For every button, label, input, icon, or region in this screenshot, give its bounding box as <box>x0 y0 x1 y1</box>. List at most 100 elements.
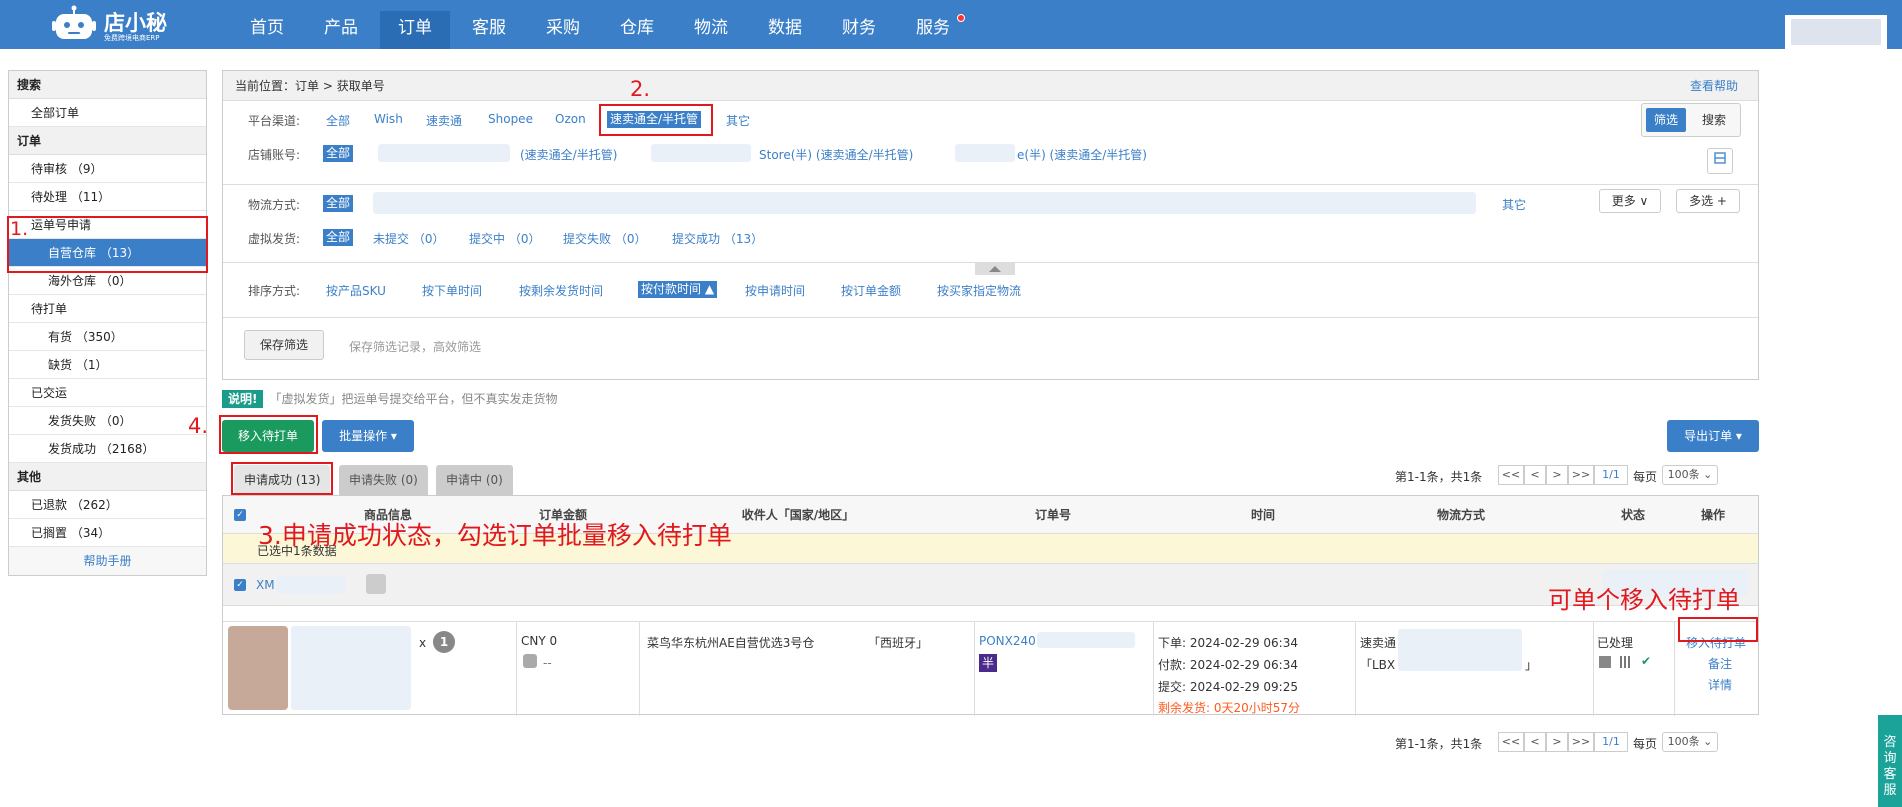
nav-service[interactable]: 客服 <box>454 11 524 49</box>
nav-home[interactable]: 首页 <box>232 11 302 49</box>
divider <box>223 621 1758 622</box>
sidebar-item-on-hold[interactable]: 已搁置 （34） <box>9 519 206 547</box>
order-group-id[interactable]: XM <box>256 578 275 592</box>
shop-3[interactable]: e(半) (速卖通全/半托管) <box>1017 146 1147 163</box>
sidebar-item-waybill-request[interactable]: 运单号申请 <box>9 211 206 239</box>
page-next-bottom[interactable]: > <box>1546 732 1568 752</box>
flag-icon[interactable] <box>366 574 386 594</box>
sort-by-pay-time[interactable]: 按付款时间 ▲ <box>638 281 718 298</box>
check-icon[interactable]: ✔ <box>1641 654 1651 668</box>
sidebar-item-ship-success[interactable]: 发货成功 （2168） <box>9 435 206 463</box>
page-first[interactable]: << <box>1498 465 1524 485</box>
platform-shopee[interactable]: Shopee <box>488 112 533 126</box>
shop-1[interactable]: (速卖通全/半托管) <box>520 146 617 163</box>
sidebar-item-out-of-stock[interactable]: 缺货 （1） <box>9 351 206 379</box>
print-icon[interactable] <box>1599 656 1611 668</box>
platform-ozon[interactable]: Ozon <box>555 112 586 126</box>
order-group-row <box>223 564 1758 606</box>
shop-2[interactable]: Store(半) (速卖通全/半托管) <box>759 146 913 163</box>
virtual-submit-success[interactable]: 提交成功 （13） <box>672 230 763 247</box>
platform-wish[interactable]: Wish <box>374 112 403 126</box>
sort-by-amount[interactable]: 按订单金额 <box>841 282 901 299</box>
sort-by-buyer-logistics[interactable]: 按买家指定物流 <box>937 282 1021 299</box>
batch-actions-dropdown[interactable]: 批量操作 ▾ <box>322 420 414 452</box>
logo[interactable]: 店小秘 免费跨境电商ERP <box>52 3 182 43</box>
sort-by-sku[interactable]: 按产品SKU <box>326 282 386 299</box>
shop-all[interactable]: 全部 <box>323 145 354 162</box>
barcode-icon[interactable] <box>1620 656 1632 668</box>
th-actions: 操作 <box>1700 508 1725 522</box>
divider <box>1674 621 1675 716</box>
search-button[interactable]: 搜索 <box>1692 108 1736 132</box>
help-link[interactable]: 查看帮助 <box>1690 71 1738 101</box>
op-move-to-print[interactable]: 移入待打单 <box>1686 634 1746 651</box>
sidebar-help-manual[interactable]: 帮助手册 <box>9 547 206 575</box>
nav-logistics[interactable]: 物流 <box>676 11 746 49</box>
nav-warehouse[interactable]: 仓库 <box>602 11 672 49</box>
sidebar-item-pending-process[interactable]: 待处理 （11） <box>9 183 206 211</box>
sidebar-item-ship-failed[interactable]: 发货失败 （0） <box>9 407 206 435</box>
screen-button[interactable]: 筛选 <box>1646 108 1686 132</box>
more-dropdown[interactable]: 更多 ∨ <box>1599 189 1661 213</box>
logistics-other[interactable]: 其它 <box>1502 196 1526 213</box>
logistics-all[interactable]: 全部 <box>323 195 354 212</box>
platform-all[interactable]: 全部 <box>326 112 350 129</box>
sidebar-item-to-print[interactable]: 待打单 <box>9 295 206 323</box>
customer-service-button[interactable]: 咨询客服 <box>1878 715 1902 807</box>
sidebar-item-pending-review[interactable]: 待审核 （9） <box>9 155 206 183</box>
user-avatar[interactable] <box>1785 15 1887 49</box>
note-text: 「虚拟发货」把运单号提交给平台，但不真实发走货物 <box>269 392 558 406</box>
page-first-bottom[interactable]: << <box>1498 732 1524 752</box>
sort-by-apply-time[interactable]: 按申请时间 <box>745 282 805 299</box>
page-last[interactable]: >> <box>1568 465 1594 485</box>
order-number[interactable]: PONX240 <box>979 634 1036 648</box>
sidebar-item-refunded[interactable]: 已退款 （262） <box>9 491 206 519</box>
tab-applying[interactable]: 申请中 (0) <box>436 465 513 495</box>
page-prev-bottom[interactable]: < <box>1524 732 1546 752</box>
nav-purchase[interactable]: 采购 <box>528 11 598 49</box>
per-page-select-bottom[interactable]: 100条 ⌄ <box>1662 732 1718 752</box>
sidebar-item-shipped[interactable]: 已交运 <box>9 379 206 407</box>
page-last-bottom[interactable]: >> <box>1568 732 1594 752</box>
platform-aliexpress[interactable]: 速卖通 <box>426 112 462 129</box>
save-filter-button[interactable]: 保存筛选 <box>244 330 324 360</box>
nav-products[interactable]: 产品 <box>306 11 376 49</box>
virtual-not-submitted[interactable]: 未提交 （0） <box>373 230 444 247</box>
collapse-toggle-icon[interactable] <box>1707 148 1733 174</box>
order-checkbox[interactable]: ✓ <box>234 579 246 591</box>
op-details[interactable]: 详情 <box>1708 676 1732 693</box>
nav-data[interactable]: 数据 <box>750 11 820 49</box>
page-prev[interactable]: < <box>1524 465 1546 485</box>
collapse-arrow-icon[interactable] <box>975 263 1015 275</box>
sort-by-order-time[interactable]: 按下单时间 <box>422 282 482 299</box>
export-orders-dropdown[interactable]: 导出订单 ▾ <box>1667 420 1759 452</box>
sidebar-item-all-orders[interactable]: 全部订单 <box>9 99 206 127</box>
sidebar-item-overseas-warehouse[interactable]: 海外仓库 （0） <box>9 267 206 295</box>
page-next[interactable]: > <box>1546 465 1568 485</box>
product-image[interactable] <box>228 626 288 710</box>
sidebar-item-in-stock[interactable]: 有货 （350） <box>9 323 206 351</box>
sidebar: 搜索 全部订单 订单 待审核 （9） 待处理 （11） 运单号申请 自营仓库 （… <box>8 70 207 576</box>
platform-aliexpress-managed[interactable]: 速卖通全/半托管 <box>607 111 702 128</box>
filter-panel: 当前位置：订单 > 获取单号 查看帮助 平台渠道: 全部 Wish 速卖通 Sh… <box>222 70 1759 380</box>
tab-apply-success[interactable]: 申请成功 (13) <box>234 465 331 495</box>
nav-orders[interactable]: 订单 <box>380 11 450 49</box>
virtual-submitting[interactable]: 提交中 （0） <box>469 230 540 247</box>
profit-icon[interactable] <box>523 654 537 668</box>
multi-select-button[interactable]: 多选 + <box>1676 189 1740 213</box>
th-time: 时间 <box>1250 508 1275 522</box>
virtual-ship-all[interactable]: 全部 <box>323 229 354 246</box>
platform-other[interactable]: 其它 <box>726 112 750 129</box>
move-to-print-button[interactable]: 移入待打单 <box>222 420 314 452</box>
op-remark[interactable]: 备注 <box>1708 655 1732 672</box>
tab-apply-failed[interactable]: 申请失败 (0) <box>339 465 428 495</box>
virtual-submit-failed[interactable]: 提交失败 （0） <box>563 230 646 247</box>
sidebar-item-own-warehouse[interactable]: 自营仓库 （13） <box>9 239 206 267</box>
sort-by-remaining-time[interactable]: 按剩余发货时间 <box>519 282 603 299</box>
order-status: 已处理 <box>1597 636 1634 650</box>
nav-finance[interactable]: 财务 <box>824 11 894 49</box>
per-page-select[interactable]: 100条 ⌄ <box>1662 465 1718 485</box>
platform-label: 平台渠道: <box>248 114 301 128</box>
shop-name-blurred <box>651 144 751 162</box>
select-all-checkbox[interactable]: ✓ <box>234 509 246 521</box>
